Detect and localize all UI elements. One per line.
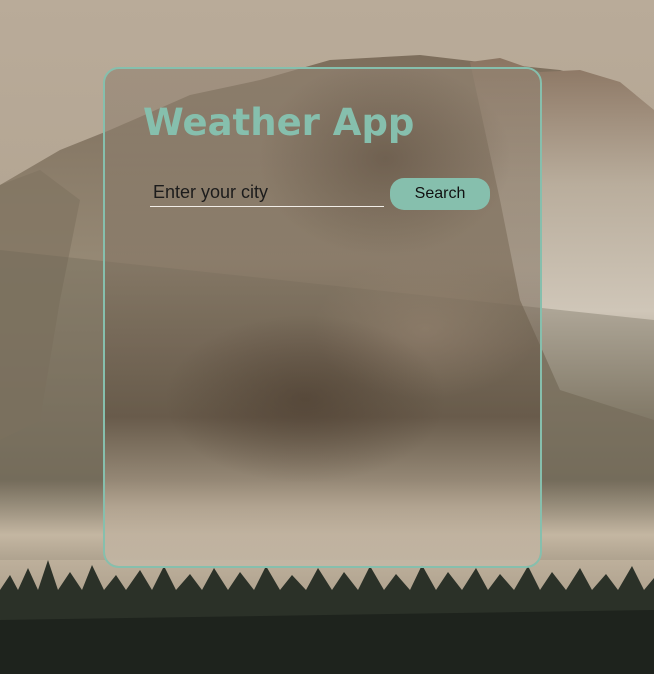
app-title: Weather App xyxy=(143,101,415,144)
search-bar: Search xyxy=(150,178,490,213)
city-search-input[interactable] xyxy=(150,179,384,207)
weather-app-page: Weather App Search xyxy=(0,0,654,674)
weather-card: Weather App Search xyxy=(103,67,542,568)
search-button[interactable]: Search xyxy=(390,178,490,210)
